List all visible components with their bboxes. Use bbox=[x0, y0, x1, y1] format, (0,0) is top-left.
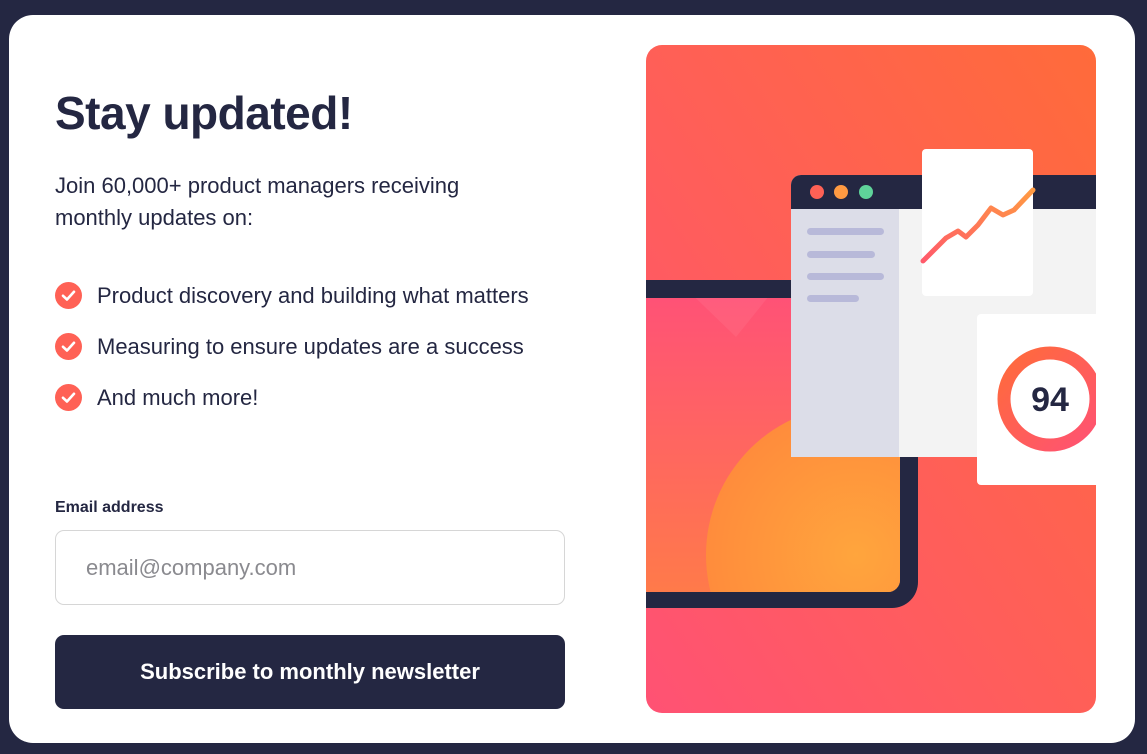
subscribe-button[interactable]: Subscribe to monthly newsletter bbox=[55, 635, 565, 709]
intro-text: Join 60,000+ product managers receiving … bbox=[55, 173, 460, 230]
check-circle-icon bbox=[55, 333, 82, 360]
window-dot-icon bbox=[810, 185, 824, 199]
window-dot-icon bbox=[859, 185, 873, 199]
hero-illustration: 94 bbox=[646, 45, 1096, 713]
feature-list: Product discovery and building what matt… bbox=[55, 278, 575, 431]
email-field[interactable] bbox=[55, 530, 565, 605]
feature-label: And much more! bbox=[97, 385, 259, 410]
score-gauge-graphic: 94 bbox=[977, 314, 1096, 485]
list-item: Product discovery and building what matt… bbox=[55, 278, 575, 314]
score-value: 94 bbox=[1031, 381, 1069, 419]
window-dot-icon bbox=[834, 185, 848, 199]
page-title: Stay updated! bbox=[55, 87, 353, 139]
trend-chart-graphic bbox=[920, 149, 1036, 296]
list-item: And much more! bbox=[55, 380, 575, 416]
feature-label: Measuring to ensure updates are a succes… bbox=[97, 334, 524, 359]
feature-label: Product discovery and building what matt… bbox=[97, 283, 529, 308]
check-circle-icon bbox=[55, 282, 82, 309]
email-label: Email address bbox=[55, 499, 164, 516]
list-item: Measuring to ensure updates are a succes… bbox=[55, 329, 575, 365]
check-circle-icon bbox=[55, 384, 82, 411]
